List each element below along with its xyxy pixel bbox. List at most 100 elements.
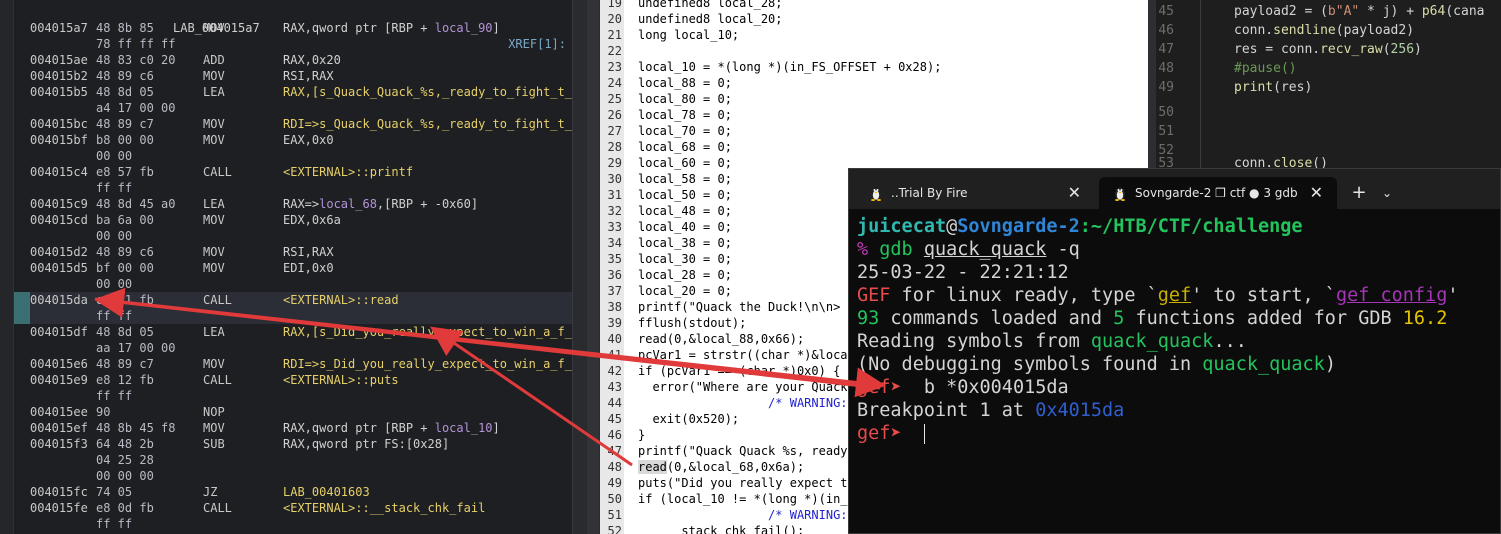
instruction-row[interactable]: 00 00 00 [30, 468, 572, 484]
instruction-row[interactable]: 00 00 [30, 228, 572, 244]
instruction-operand[interactable]: RAX,qword ptr [RBP + local_10] [283, 420, 500, 436]
instruction-operand[interactable]: RSI,RAX [283, 68, 334, 84]
instruction-row[interactable]: 004015e6 48 89 c7 MOV RDI=>s_Did_you_really… [30, 356, 572, 372]
decompiler-line[interactable]: 28 local_68 = 0; [600, 139, 732, 155]
decompiler-line[interactable]: 52 __stack_chk_fail(); [600, 523, 805, 534]
decompiler-line[interactable]: 42 if (pcVar1 == (char *)0x0) { [600, 363, 841, 379]
instruction-operand[interactable]: RAX=>local_68,[RBP + -0x60] [283, 196, 478, 212]
new-tab-button[interactable]: + [1347, 177, 1371, 209]
terminal-window[interactable]: ..Trial By Fire ✕ Sovngarde-2 ❒ ctf ● 3 … [848, 168, 1501, 534]
disassembly-listing[interactable]: LAB_004015a7 XREF[1]: 004015a7 48 8b 85 MO… [0, 0, 572, 534]
decompiler-line[interactable]: 29 local_60 = 0; [600, 155, 732, 171]
local-variable-ref[interactable]: local_10 [435, 421, 493, 435]
instruction-row[interactable]: 004015d2 48 89 c6 MOV RSI,RAX [30, 244, 572, 260]
decompiler-line[interactable]: 23 local_10 = *(long *)(in_FS_OFFSET + 0x… [600, 59, 942, 75]
instruction-row[interactable]: 004015da e8 81 fb CALL <EXTERNAL>::read [30, 292, 572, 308]
decompiler-line[interactable]: 50 if (local_10 != *(long *)(in_FS [600, 491, 862, 507]
instruction-row[interactable]: 004015cd ba 6a 00 MOV EDX,0x6a [30, 212, 572, 228]
instruction-operand[interactable]: EAX,0x0 [283, 132, 334, 148]
instruction-operand[interactable]: RAX,0x20 [283, 52, 341, 68]
instruction-row[interactable]: 004015ef 48 8b 45 f8 MOV RAX,qword ptr [RBP… [30, 420, 572, 436]
instruction-row[interactable]: 004015d5 bf 00 00 MOV EDI,0x0 [30, 260, 572, 276]
decompiler-line[interactable]: 25 local_80 = 0; [600, 91, 732, 107]
decompiler-line[interactable]: 21 long local_10; [600, 27, 740, 43]
instruction-row[interactable]: ff ff [30, 388, 572, 404]
decompiler-line[interactable]: 38 printf("Quack the Duck!\n\n> " [600, 299, 855, 315]
instruction-operand[interactable]: RSI,RAX [283, 244, 334, 260]
instruction-row[interactable]: ff ff [30, 308, 572, 324]
tab-dropdown-chevron-icon[interactable]: ⌄ [1377, 177, 1397, 209]
tab-trial-by-fire[interactable]: ..Trial By Fire ✕ [855, 177, 1095, 209]
decompiler-line[interactable]: 19 undefined8 local_28; [600, 0, 783, 11]
decompiler-line[interactable]: 40 read(0,&local_88,0x66); [600, 331, 805, 347]
instruction-operand[interactable]: RAX,qword ptr [RBP + local_90] [283, 20, 500, 36]
instruction-operand[interactable]: EDI,0x0 [283, 260, 334, 276]
instruction-row[interactable]: ff ff [30, 516, 572, 532]
decompiler-line[interactable]: 41 pcVar1 = strstr((char *)&local_ [600, 347, 862, 363]
instruction-operand[interactable]: EDX,0x6a [283, 212, 341, 228]
instruction-row[interactable]: 004015ee 90 NOP [30, 404, 572, 420]
instruction-row[interactable]: 004015b5 48 8d 05 LEA RAX,[s_Quack_Quack_%s… [30, 84, 572, 100]
instruction-row[interactable]: 004015e9 e8 12 fb CALL <EXTERNAL>::puts [30, 372, 572, 388]
decompiler-line[interactable]: 47 printf("Quack Quack %s, ready [600, 443, 848, 459]
instruction-row[interactable]: 004015ae 48 83 c0 20 ADD RAX,0x20 [30, 52, 572, 68]
decompiler-line[interactable]: 39 fflush(stdout); [600, 315, 747, 331]
instruction-operand[interactable]: <EXTERNAL>::printf [283, 164, 413, 180]
highlighted-read-call[interactable]: read [638, 460, 667, 474]
decompiler-line[interactable]: 45 exit(0x520); [600, 411, 740, 427]
instruction-row[interactable]: 004015fc 74 05 JZ LAB_00401603 [30, 484, 572, 500]
decompiler-line[interactable]: 24 local_88 = 0; [600, 75, 732, 91]
decompiler-line[interactable]: 35 local_30 = 0; [600, 251, 732, 267]
instruction-row[interactable]: 04 25 28 [30, 452, 572, 468]
decompiler-line[interactable]: 43 error("Where are your Quack [600, 379, 848, 395]
instruction-operand[interactable]: RDI=>s_Quack_Quack_%s,_ready_to_fight_t_… [283, 116, 572, 132]
editor-line[interactable]: 51 [1156, 122, 1174, 141]
scrollbar-track[interactable] [587, 0, 599, 534]
instruction-row[interactable]: 004015a7 48 8b 85 MOV RAX,qword ptr [RBP + … [30, 20, 572, 36]
instruction-operand[interactable]: <EXTERNAL>::read [283, 292, 399, 308]
instruction-row[interactable]: ff ff [30, 180, 572, 196]
instruction-row[interactable]: 78 ff ff ff [30, 36, 572, 52]
decompiler-line[interactable]: 22 [600, 43, 624, 59]
instruction-row[interactable]: 004015c4 e8 57 fb CALL <EXTERNAL>::printf [30, 164, 572, 180]
instruction-row[interactable]: aa 17 00 00 [30, 340, 572, 356]
local-variable-ref[interactable]: local_68 [319, 197, 377, 211]
instruction-operand[interactable]: LAB_00401603 [283, 484, 370, 500]
instruction-row[interactable]: 004015f3 64 48 2b SUB RAX,qword ptr FS:[0x2… [30, 436, 572, 452]
instruction-row[interactable]: 004015bc 48 89 c7 MOV RDI=>s_Quack_Quack_%s… [30, 116, 572, 132]
decompiler-line[interactable]: 49 puts("Did you really expect to [600, 475, 855, 491]
instruction-operand[interactable]: RDI=>s_Did_you_really_expect_to_win_a_f_… [283, 356, 572, 372]
instruction-row[interactable]: 004015bf b8 00 00 MOV EAX,0x0 [30, 132, 572, 148]
decompiler-line[interactable]: 48 read(0,&local_68,0x6a); [600, 459, 804, 475]
decompiler-line[interactable]: 36 local_28 = 0; [600, 267, 732, 283]
instruction-row[interactable]: 004015fe e8 0d fb CALL <EXTERNAL>::__stack_… [30, 500, 572, 516]
decompiler-line[interactable]: 30 local_58 = 0; [600, 171, 732, 187]
decompiler-line[interactable]: 26 local_78 = 0; [600, 107, 732, 123]
decompiler-line[interactable]: 31 local_50 = 0; [600, 187, 732, 203]
instruction-row[interactable]: a4 17 00 00 [30, 100, 572, 116]
close-tab-icon[interactable]: ✕ [1068, 177, 1081, 209]
instruction-row[interactable]: 004015df 48 8d 05 LEA RAX,[s_Did_you_really… [30, 324, 572, 340]
editor-line[interactable]: 50 [1156, 103, 1174, 122]
decompiler-line[interactable]: 27 local_70 = 0; [600, 123, 732, 139]
instruction-operand[interactable]: RAX,[s_Did_you_really_expect_to_win_a_f_… [283, 324, 572, 340]
decompiler-line[interactable]: 32 local_48 = 0; [600, 203, 732, 219]
editor-line[interactable]: 46 conn.sendline(payload2) [1156, 21, 1414, 40]
editor-line[interactable]: 48 #pause() [1156, 59, 1296, 78]
terminal-output[interactable]: juicecat@Sovngarde-2:~/HTB/CTF/challenge… [857, 215, 1500, 533]
editor-line[interactable]: 49 print(res) [1156, 78, 1312, 97]
instruction-row[interactable]: 00 00 [30, 148, 572, 164]
decompiler-line[interactable]: 44 /* WARNING: [600, 395, 848, 411]
instruction-row[interactable]: 004015c9 48 8d 45 a0 LEA RAX=>local_68,[RBP… [30, 196, 572, 212]
decompiler-line[interactable]: 51 /* WARNING: [600, 507, 848, 523]
decompiler-line[interactable]: 46} [600, 427, 646, 443]
instruction-operand[interactable]: RAX,qword ptr FS:[0x28] [283, 436, 449, 452]
instruction-operand[interactable]: <EXTERNAL>::puts [283, 372, 399, 388]
decompiler-line[interactable]: 34 local_38 = 0; [600, 235, 732, 251]
editor-line[interactable]: 47 res = conn.recv_raw(256) [1156, 40, 1422, 59]
tab-sovngarde-gdb[interactable]: Sovngarde-2 ❒ ctf ● 3 gdb ✕ [1099, 177, 1337, 209]
decompiler-line[interactable]: 37 local_20 = 0; [600, 283, 732, 299]
listing-scrollbar[interactable] [572, 0, 600, 534]
instruction-operand[interactable]: <EXTERNAL>::__stack_chk_fail [283, 500, 485, 516]
instruction-row[interactable]: 00 00 [30, 276, 572, 292]
